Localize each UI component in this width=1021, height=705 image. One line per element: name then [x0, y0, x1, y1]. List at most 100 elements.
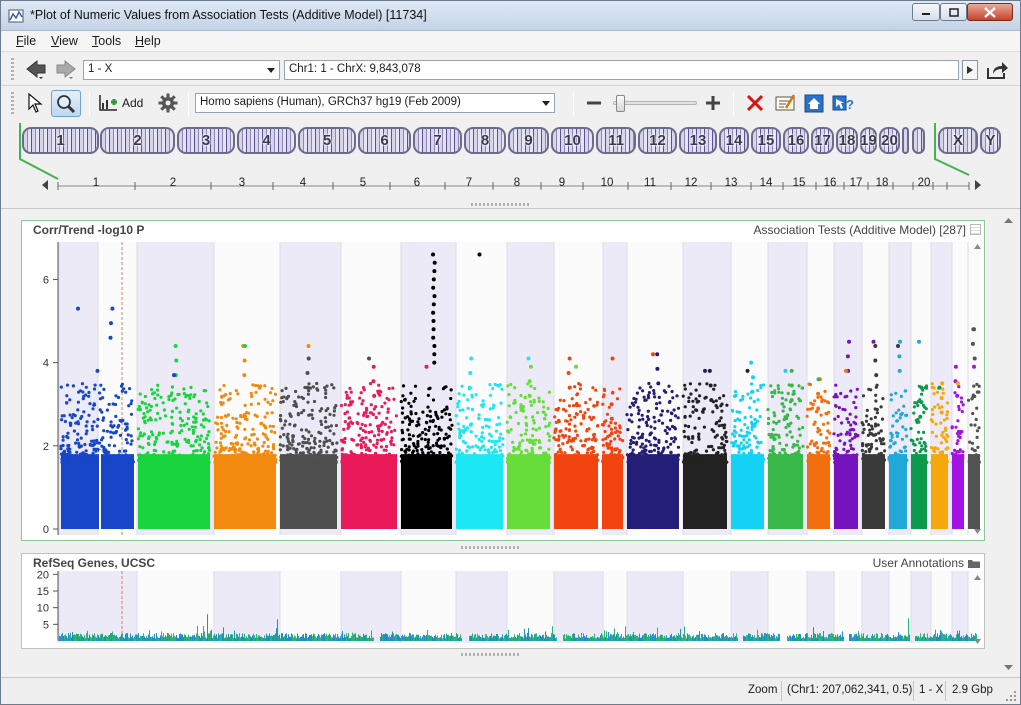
- chromosome-19-ideogram[interactable]: 19: [860, 127, 877, 154]
- track-scrollbar[interactable]: [973, 241, 982, 537]
- chromosome-11-ideogram[interactable]: 11: [596, 127, 636, 154]
- menu-view[interactable]: View: [51, 34, 78, 48]
- chromosome-5-ideogram[interactable]: 5: [298, 127, 356, 154]
- folder-icon[interactable]: [967, 558, 981, 569]
- gene-count-bar: [263, 637, 264, 641]
- close-button[interactable]: [967, 3, 1013, 21]
- chromosome-18-ideogram[interactable]: 18: [836, 127, 858, 154]
- data-point: [84, 424, 88, 428]
- data-point: [617, 450, 621, 454]
- data-point: [213, 450, 217, 454]
- chromosome-small-ideogram[interactable]: [902, 127, 909, 154]
- resize-handle[interactable]: [461, 546, 521, 549]
- chromosome-20-ideogram[interactable]: 20: [879, 127, 900, 154]
- chromosome-17-ideogram[interactable]: 17: [811, 127, 834, 154]
- chromosome-6-ideogram[interactable]: 6: [358, 127, 411, 154]
- data-point: [670, 458, 675, 462]
- menu-help[interactable]: Help: [135, 34, 161, 48]
- resize-handle[interactable]: [461, 653, 521, 656]
- location-input[interactable]: Chr1: 1 - ChrX: 9,843,078: [284, 60, 959, 80]
- chromosome-16-ideogram[interactable]: 16: [783, 127, 809, 154]
- chromosome-1-ideogram[interactable]: 1: [22, 127, 99, 154]
- refseq-genes-track[interactable]: RefSeq Genes, UCSC User Annotations 5 10 1…: [21, 553, 985, 649]
- add-track-label: Add: [122, 96, 144, 110]
- data-point: [562, 435, 566, 439]
- data-point: [756, 388, 760, 393]
- zoom-slider-track[interactable]: [613, 101, 697, 105]
- chromosome-7-ideogram[interactable]: 7: [413, 127, 462, 154]
- y-tick-label: 0: [43, 524, 49, 536]
- export-button[interactable]: [984, 58, 1010, 82]
- zoom-in-button[interactable]: [703, 93, 723, 113]
- data-point: [187, 394, 191, 398]
- gene-count-bar: [752, 635, 753, 641]
- resize-grip-icon[interactable]: [1005, 690, 1017, 702]
- zoom-slider-thumb[interactable]: [616, 95, 626, 112]
- chromosome-10-ideogram[interactable]: 10: [551, 127, 594, 154]
- gene-count-bar: [272, 636, 273, 641]
- minimize-button[interactable]: [912, 3, 940, 21]
- annotate-button[interactable]: [772, 91, 798, 115]
- peak-point: [651, 352, 655, 357]
- pointer-tool-button[interactable]: [23, 91, 47, 115]
- chromosome-4-ideogram[interactable]: 4: [237, 127, 296, 154]
- title-bar[interactable]: *Plot of Numeric Values from Association…: [1, 1, 1020, 31]
- zoom-tool-button[interactable]: [51, 90, 81, 117]
- zoom-out-button[interactable]: [584, 93, 604, 113]
- scroll-left-button[interactable]: [38, 178, 52, 192]
- chromosome-13-ideogram[interactable]: 13: [679, 127, 717, 154]
- chromosome-2-ideogram[interactable]: 2: [100, 127, 175, 154]
- menu-file[interactable]: File: [16, 34, 36, 48]
- ruler-label: 13: [724, 177, 738, 189]
- range-select[interactable]: 1 - X: [83, 60, 280, 80]
- maximize-button[interactable]: [940, 3, 967, 21]
- data-point: [263, 384, 267, 388]
- add-track-button[interactable]: Add: [97, 91, 147, 115]
- chromosome-3-ideogram[interactable]: 3: [177, 127, 235, 154]
- chromosome-small-ideogram[interactable]: [912, 127, 925, 154]
- track-scrollbar[interactable]: [973, 572, 982, 646]
- chromosome-12-ideogram[interactable]: 12: [638, 127, 677, 154]
- data-point: [435, 414, 439, 419]
- chromosome-15-ideogram[interactable]: 15: [751, 127, 781, 154]
- data-point: [488, 383, 492, 387]
- track-menu-icon[interactable]: [970, 224, 981, 235]
- chromosome-14-ideogram[interactable]: 14: [719, 127, 749, 154]
- menu-tools[interactable]: Tools: [92, 34, 121, 48]
- gene-count-bar: [686, 638, 687, 641]
- data-point: [588, 397, 592, 401]
- data-point: [556, 460, 560, 464]
- gene-count-bar: [73, 635, 74, 641]
- data-point: [895, 434, 899, 438]
- forward-button[interactable]: [53, 57, 79, 81]
- genome-select[interactable]: Homo sapiens (Human), GRCh37 hg19 (Feb 2…: [195, 93, 555, 113]
- main-scrollbar[interactable]: [1002, 216, 1015, 674]
- help-button[interactable]: ?: [829, 91, 857, 115]
- data-point: [786, 422, 790, 427]
- data-point: [900, 437, 905, 441]
- home-button[interactable]: [801, 91, 827, 115]
- scrollbar-arrows-icon: [974, 244, 981, 534]
- gene-count-bar: [815, 633, 816, 641]
- gene-count-bar: [324, 633, 325, 641]
- resize-handle[interactable]: [471, 203, 531, 206]
- association-plot-track[interactable]: Corr/Trend -log10 P Association Tests (A…: [21, 220, 985, 541]
- data-point: [109, 420, 113, 424]
- data-point: [720, 423, 724, 427]
- data-point: [128, 455, 132, 459]
- chromosome-x-ideogram[interactable]: X: [938, 127, 978, 154]
- back-button[interactable]: [23, 57, 49, 81]
- chromosome-y-ideogram[interactable]: Y: [980, 127, 1001, 154]
- data-point: [676, 406, 681, 410]
- chromosome-9-ideogram[interactable]: 9: [508, 127, 549, 154]
- data-point: [583, 411, 587, 415]
- data-point: [218, 441, 223, 445]
- data-point: [124, 453, 128, 457]
- clear-button[interactable]: [742, 91, 768, 115]
- go-button[interactable]: [962, 60, 978, 80]
- data-point: [488, 407, 492, 411]
- data-point: [724, 439, 728, 443]
- scroll-right-button[interactable]: [971, 178, 985, 192]
- settings-button[interactable]: [155, 91, 181, 115]
- chromosome-8-ideogram[interactable]: 8: [464, 127, 506, 154]
